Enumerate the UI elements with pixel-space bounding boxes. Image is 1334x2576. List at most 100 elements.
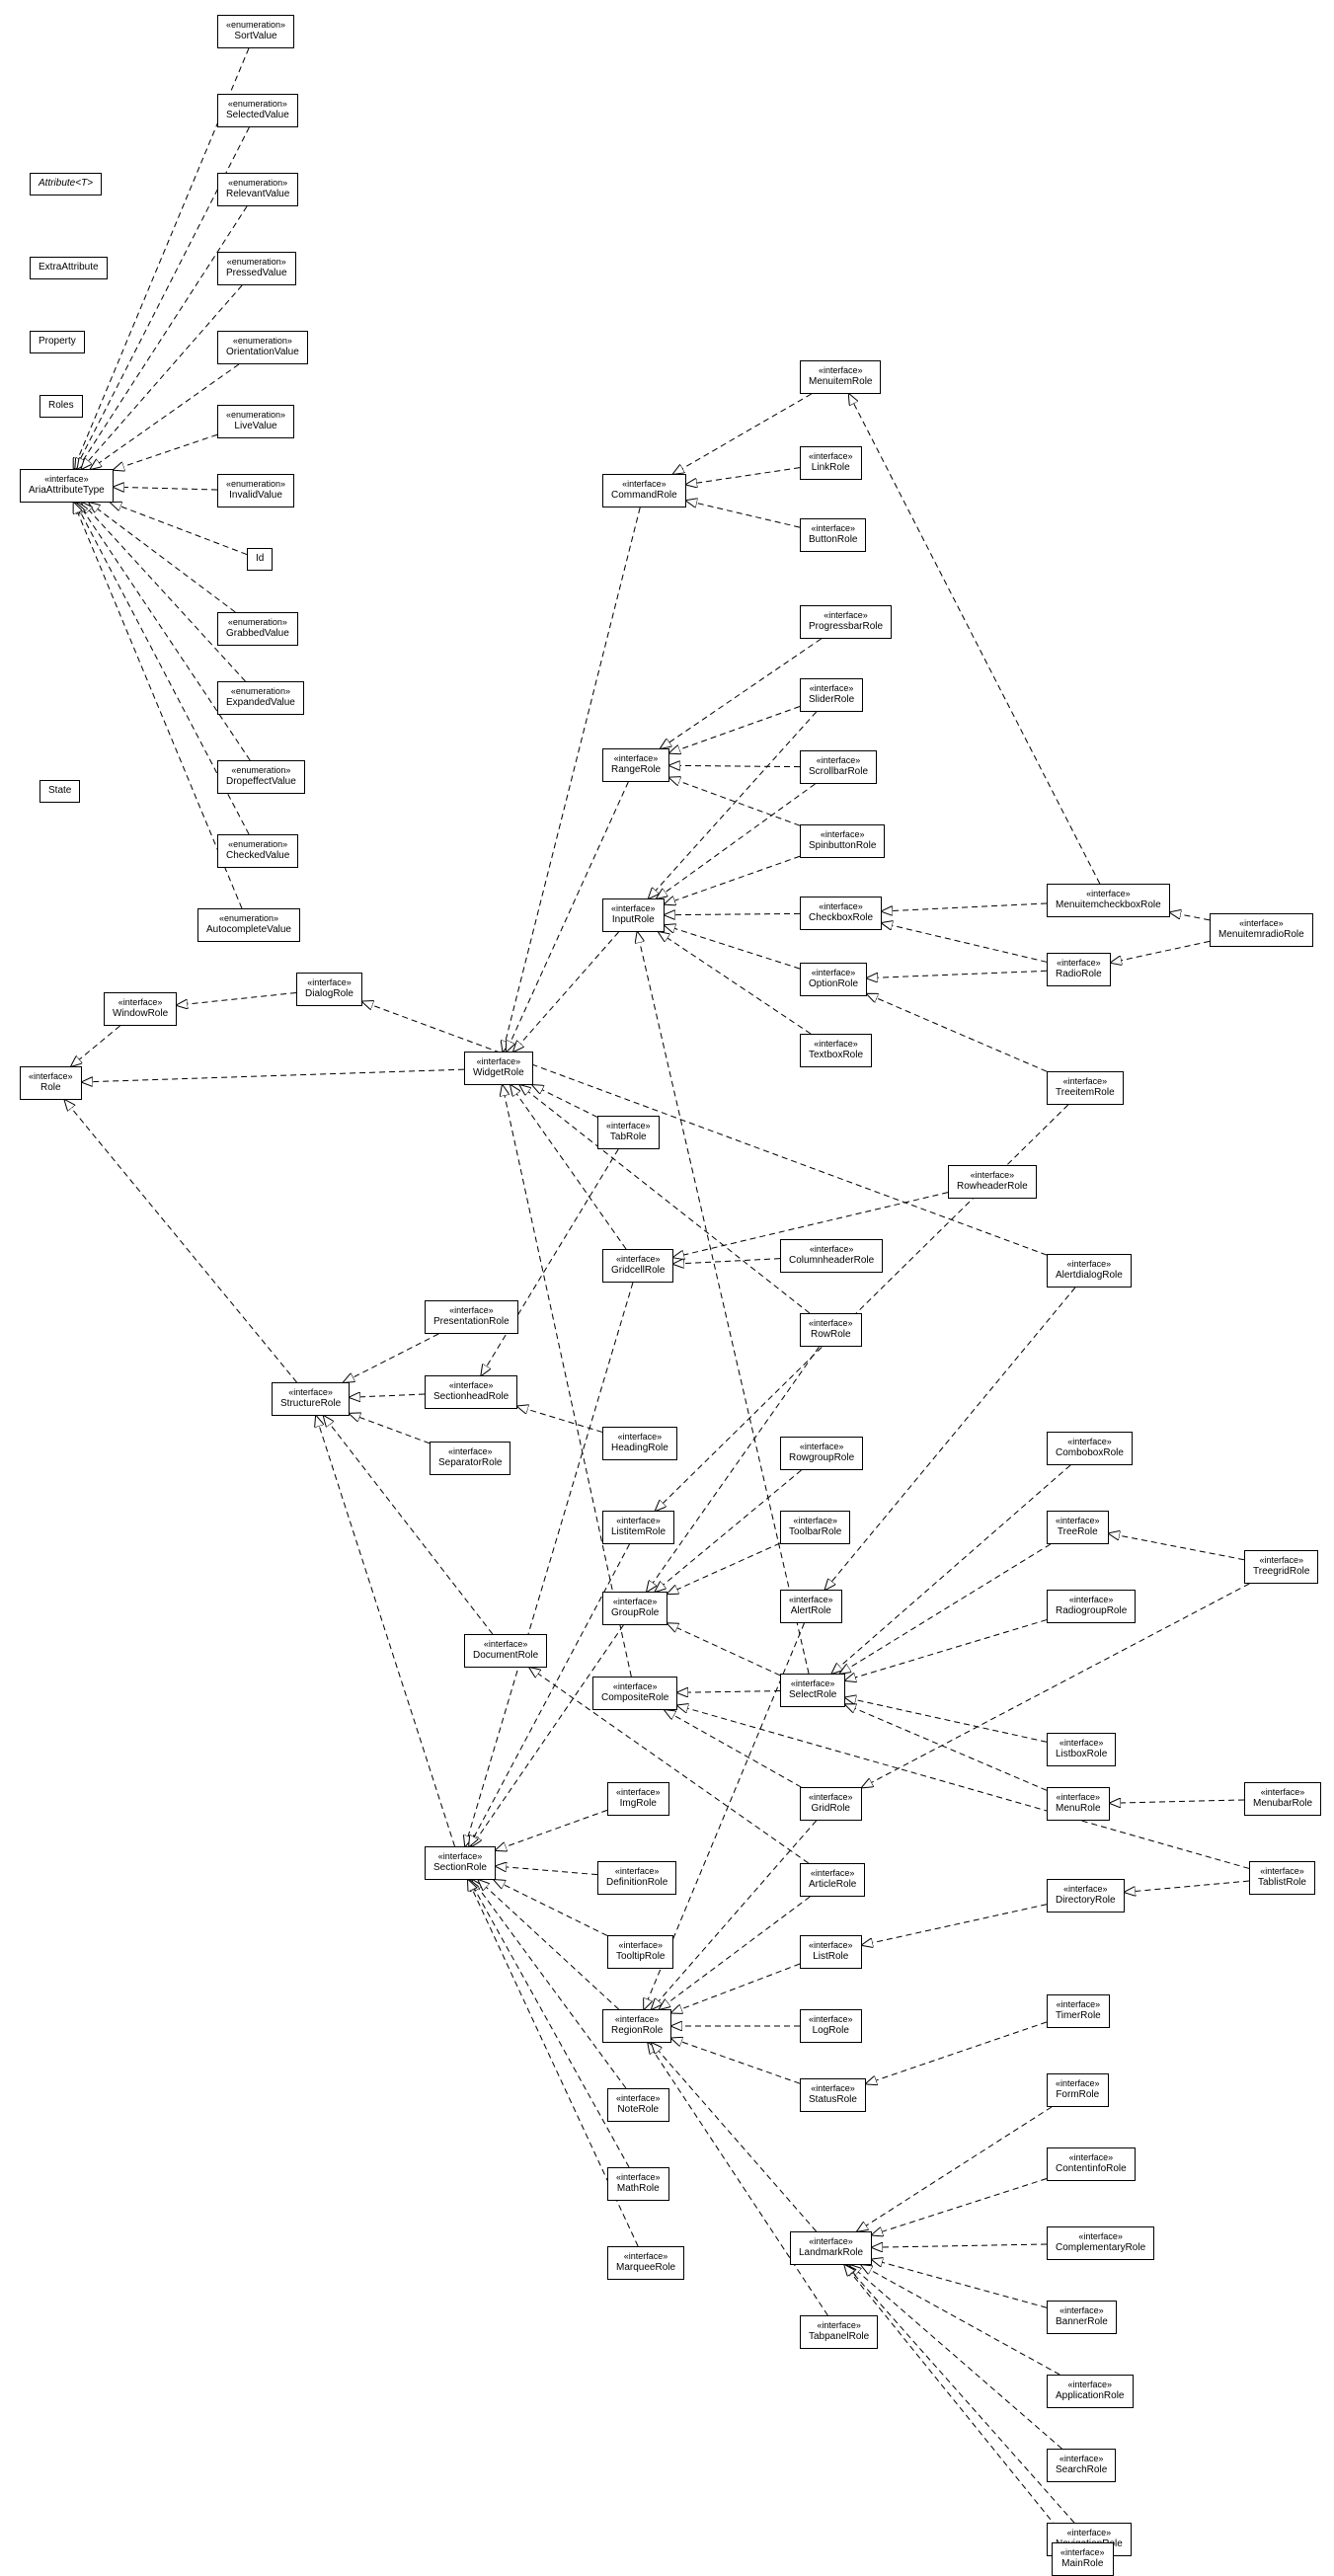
stereotype-label: «interface» [616, 1787, 661, 1798]
node-name: LogRole [809, 2025, 853, 2038]
stereotype-label: «interface» [1056, 1259, 1123, 1270]
uml-node-CompositeRole: «interface»CompositeRole [592, 1677, 677, 1710]
node-name: MathRole [616, 2183, 661, 2196]
stereotype-label: «interface» [29, 1071, 73, 1082]
stereotype-label: «interface» [789, 1516, 841, 1526]
edge-TreegridRole-to-TreeRole [1109, 1533, 1244, 1560]
stereotype-label: «interface» [29, 474, 105, 485]
edge-GrabbedValue-to-AriaAttributeType [89, 503, 235, 612]
stereotype-label: «interface» [611, 479, 677, 490]
edge-ContentinfoRole-to-LandmarkRole [872, 2179, 1047, 2235]
stereotype-label: «interface» [611, 903, 656, 914]
uml-node-TooltipRole: «interface»TooltipRole [607, 1935, 673, 1969]
node-name: DefinitionRole [606, 1877, 667, 1890]
node-name: SelectedValue [226, 110, 289, 122]
node-name: SearchRole [1056, 2464, 1107, 2477]
edge-SelectRole-to-GroupRole [667, 1623, 780, 1676]
uml-node-StatusRole: «interface»StatusRole [800, 2078, 866, 2112]
node-name: ApplicationRole [1056, 2390, 1125, 2403]
node-name: TreegridRole [1253, 1566, 1309, 1579]
edge-SectionheadRole-to-StructureRole [350, 1394, 425, 1397]
uml-node-ImgRole: «interface»ImgRole [607, 1782, 669, 1816]
uml-node-Roles: Roles [39, 395, 83, 418]
node-name: WidgetRole [473, 1067, 524, 1080]
edge-DirectoryRole-to-ListRole [862, 1905, 1047, 1945]
uml-node-DropeffectValue: «enumeration»DropeffectValue [217, 760, 305, 794]
stereotype-label: «interface» [606, 1866, 667, 1877]
uml-node-ComplementaryRole: «interface»ComplementaryRole [1047, 2226, 1154, 2260]
edge-TimerRole-to-StatusRole [866, 2022, 1047, 2084]
edge-TabRole-to-WidgetRole [532, 1085, 597, 1117]
stereotype-label: «interface» [1060, 2547, 1105, 2558]
node-name: ExpandedValue [226, 697, 295, 710]
edge-RadiogroupRole-to-SelectRole [845, 1620, 1047, 1680]
uml-node-LogRole: «interface»LogRole [800, 2009, 862, 2043]
uml-node-Property: Property [30, 331, 85, 353]
stereotype-label: «interface» [1218, 918, 1304, 929]
edge-GridRole-to-RegionRole [652, 1821, 817, 2009]
edge-MenuRole-to-SelectRole [845, 1704, 1047, 1790]
node-name: ButtonRole [809, 534, 857, 547]
edge-RegionRole-to-SectionRole [478, 1880, 618, 2009]
stereotype-label: «interface» [438, 1446, 502, 1457]
node-name: HeadingRole [611, 1443, 668, 1455]
edge-ApplicationRole-to-LandmarkRole [861, 2265, 1059, 2375]
edge-MenuitemcheckboxRole-to-MenuitemRole [849, 394, 1100, 884]
node-name: TimerRole [1056, 2010, 1101, 2023]
uml-node-GroupRole: «interface»GroupRole [602, 1592, 667, 1625]
node-name: TablistRole [1258, 1877, 1306, 1890]
uml-node-SelectRole: «interface»SelectRole [780, 1674, 845, 1707]
node-name: GrabbedValue [226, 628, 289, 641]
edge-ListRole-to-RegionRole [671, 1964, 800, 2013]
stereotype-label: «interface» [809, 2083, 857, 2094]
edge-ToolbarRole-to-GroupRole [667, 1543, 780, 1594]
uml-node-ButtonRole: «interface»ButtonRole [800, 518, 866, 552]
edge-ComboboxRole-to-SelectRole [831, 1465, 1070, 1674]
node-name: TreeRole [1056, 1526, 1100, 1539]
edge-ExpandedValue-to-AriaAttributeType [82, 503, 245, 681]
stereotype-label: «interface» [606, 1121, 651, 1132]
stereotype-label: «enumeration» [226, 20, 285, 31]
uml-node-LandmarkRole: «interface»LandmarkRole [790, 2231, 872, 2265]
node-name: AriaAttributeType [29, 485, 105, 498]
node-name: PressedValue [226, 268, 287, 280]
stereotype-label: «interface» [1056, 1516, 1100, 1526]
node-name: Property [39, 336, 76, 349]
stereotype-label: «interface» [1056, 1076, 1115, 1087]
edge-ScrollbarRole-to-InputRole [657, 784, 815, 898]
uml-node-RelevantValue: «enumeration»RelevantValue [217, 173, 298, 206]
edge-ColumnheaderRole-to-GridcellRole [673, 1259, 780, 1265]
node-name: BannerRole [1056, 2316, 1108, 2329]
stereotype-label: «interface» [433, 1851, 487, 1862]
node-name: DirectoryRole [1056, 1895, 1116, 1908]
edge-ImgRole-to-SectionRole [496, 1810, 607, 1850]
uml-node-ComboboxRole: «interface»ComboboxRole [1047, 1432, 1133, 1465]
uml-node-RowheaderRole: «interface»RowheaderRole [948, 1165, 1037, 1199]
uml-node-SectionRole: «interface»SectionRole [425, 1846, 496, 1880]
node-name: CheckboxRole [809, 912, 873, 925]
node-name: OptionRole [809, 978, 858, 991]
node-name: ExtraAttribute [39, 262, 99, 274]
uml-node-AriaAttributeType: «interface»AriaAttributeType [20, 469, 114, 503]
uml-node-InvalidValue: «enumeration»InvalidValue [217, 474, 294, 507]
edge-TabRole-to-SectionheadRole [481, 1149, 618, 1375]
uml-node-GrabbedValue: «enumeration»GrabbedValue [217, 612, 298, 646]
stereotype-label: «interface» [616, 2093, 661, 2104]
stereotype-label: «interface» [809, 523, 857, 534]
stereotype-label: «enumeration» [226, 336, 299, 347]
uml-node-SelectedValue: «enumeration»SelectedValue [217, 94, 298, 127]
uml-node-MenuRole: «interface»MenuRole [1047, 1787, 1110, 1821]
node-name: ListitemRole [611, 1526, 666, 1539]
node-name: ContentinfoRole [1056, 2163, 1127, 2176]
stereotype-label: «interface» [616, 1940, 665, 1951]
node-name: GridcellRole [611, 1265, 665, 1278]
edge-DialogRole-to-WindowRole [177, 992, 296, 1005]
edge-GridcellRole-to-SectionRole [465, 1283, 633, 1846]
stereotype-label: «interface» [809, 365, 872, 376]
uml-node-RangeRole: «interface»RangeRole [602, 748, 669, 782]
uml-node-MainRole: «interface»MainRole [1052, 2542, 1114, 2576]
edge-MenuitemcheckboxRole-to-CheckboxRole [882, 903, 1047, 911]
edge-GridcellRole-to-WidgetRole [510, 1085, 626, 1249]
stereotype-label: «interface» [809, 2014, 853, 2025]
stereotype-label: «enumeration» [226, 178, 289, 189]
